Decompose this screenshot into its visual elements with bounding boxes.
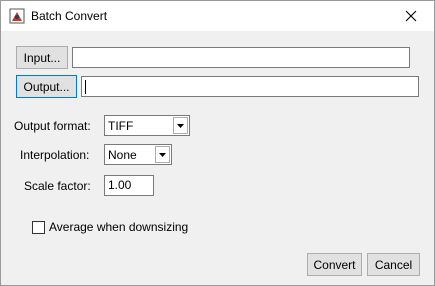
cancel-button[interactable]: Cancel — [367, 253, 420, 276]
text-caret — [85, 80, 86, 94]
interpolation-label: Interpolation: — [20, 148, 90, 162]
chevron-down-icon — [159, 152, 166, 157]
output-path-field[interactable] — [81, 76, 419, 97]
app-microscope-icon — [9, 8, 25, 24]
scale-factor-field[interactable]: 1.00 — [104, 175, 154, 196]
cancel-button-label: Cancel — [374, 257, 413, 272]
scale-factor-value: 1.00 — [108, 178, 132, 192]
batch-convert-dialog: Batch Convert Input... Output... Output … — [0, 0, 435, 286]
title-bar[interactable]: Batch Convert — [1, 1, 434, 31]
average-downsizing-label: Average when downsizing — [49, 220, 189, 234]
convert-button[interactable]: Convert — [307, 253, 362, 276]
input-path-field[interactable] — [72, 47, 410, 68]
average-downsizing-checkbox[interactable] — [32, 221, 45, 234]
chevron-down-icon — [177, 123, 184, 128]
output-button-label: Output... — [23, 79, 70, 94]
close-button[interactable] — [388, 1, 434, 31]
interpolation-select[interactable]: None — [104, 144, 172, 165]
convert-button-label: Convert — [313, 257, 356, 272]
output-format-dropdown-button[interactable] — [173, 117, 188, 134]
input-button[interactable]: Input... — [16, 46, 68, 69]
dialog-content: Input... Output... Output format: TIFF I… — [1, 32, 434, 285]
close-icon — [405, 10, 417, 22]
output-button[interactable]: Output... — [16, 75, 77, 98]
output-format-select[interactable]: TIFF — [104, 115, 190, 136]
output-format-value: TIFF — [108, 119, 134, 133]
window-title: Batch Convert — [31, 9, 108, 23]
interpolation-value: None — [108, 148, 137, 162]
scale-factor-label: Scale factor: — [24, 179, 91, 193]
output-format-label: Output format: — [14, 119, 91, 133]
interpolation-dropdown-button[interactable] — [155, 146, 170, 163]
input-button-label: Input... — [23, 50, 61, 65]
